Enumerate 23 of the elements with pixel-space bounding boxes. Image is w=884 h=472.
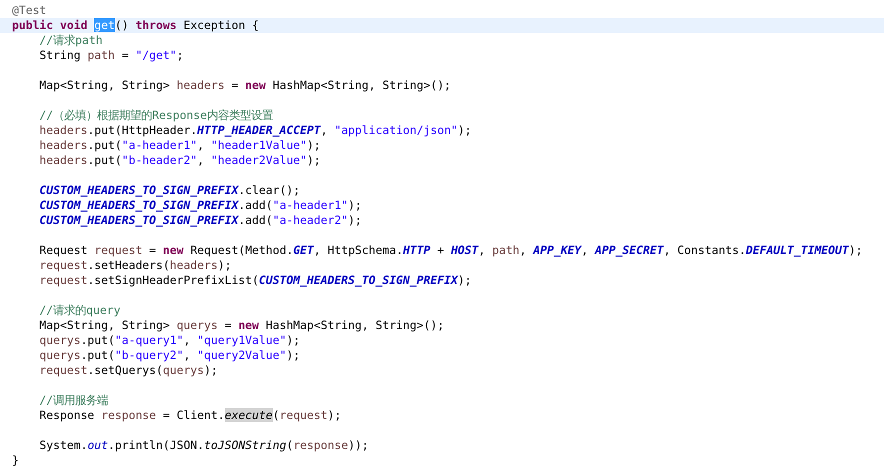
- code-line: Request request = new Request(Method.GET, HttpSchema.HTTP + HOST, path, APP_KEY, APP_SECRET, Constants.DEFAULT_TIMEOUT);: [38, 243, 864, 258]
- code-line: CUSTOM_HEADERS_TO_SIGN_PREFIX.add("a-header1");: [38, 198, 363, 213]
- code-line: //调用服务端: [38, 393, 110, 408]
- code-line: request.setSignHeaderPrefixList(CUSTOM_HEADERS_TO_SIGN_PREFIX);: [38, 273, 472, 288]
- code-line: @Test: [11, 3, 48, 18]
- code-line: Map<String, String> querys = new HashMap<String, String>();: [38, 318, 446, 333]
- code-line: //请求path: [38, 33, 104, 48]
- code-line: CUSTOM_HEADERS_TO_SIGN_PREFIX.clear();: [38, 183, 302, 198]
- code-line: //请求的query: [38, 303, 122, 318]
- code-line: headers.put("b-header2", "header2Value");: [38, 153, 322, 168]
- code-line: System.out.println(JSON.toJSONString(response));: [38, 438, 370, 453]
- code-line: request.setHeaders(headers);: [38, 258, 232, 273]
- code-line: CUSTOM_HEADERS_TO_SIGN_PREFIX.add("a-header2");: [38, 213, 363, 228]
- code-line: Response response = Client.execute(request);: [38, 408, 342, 423]
- code-line: request.setQuerys(querys);: [38, 363, 219, 378]
- code-line: String path = "/get";: [38, 48, 184, 63]
- code-line: }: [11, 453, 20, 468]
- code-line: querys.put("a-query1", "query1Value");: [38, 333, 302, 348]
- code-line: //（必填）根据期望的Response内容类型设置: [38, 108, 274, 123]
- code-line: querys.put("b-query2", "query2Value");: [38, 348, 302, 363]
- code-line: headers.put(HttpHeader.HTTP_HEADER_ACCEPT, "application/json");: [38, 123, 473, 138]
- code-line: Map<String, String> headers = new HashMap<String, String>();: [38, 78, 452, 93]
- code-line: headers.put("a-header1", "header1Value");: [38, 138, 322, 153]
